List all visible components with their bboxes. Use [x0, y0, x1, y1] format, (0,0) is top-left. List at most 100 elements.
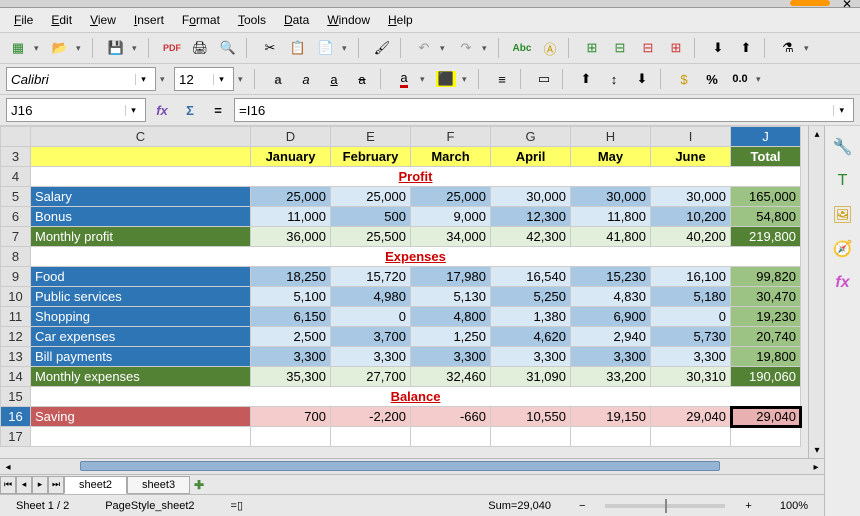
cell[interactable]: 30,000: [571, 187, 651, 207]
cell[interactable]: 3,300: [411, 347, 491, 367]
cell[interactable]: 11,000: [251, 207, 331, 227]
cell[interactable]: Saving: [31, 407, 251, 427]
align-left-icon[interactable]: ≡: [490, 67, 514, 91]
cell[interactable]: 17,980: [411, 267, 491, 287]
cell[interactable]: 36,000: [251, 227, 331, 247]
percent-icon[interactable]: %: [700, 67, 724, 91]
cell[interactable]: 10,200: [651, 207, 731, 227]
cell[interactable]: 16,540: [491, 267, 571, 287]
strike-icon[interactable]: a: [350, 67, 374, 91]
font-size-input[interactable]: [179, 72, 209, 87]
properties-icon[interactable]: 🔧: [830, 134, 856, 160]
chevron-down-icon[interactable]: ▾: [213, 74, 229, 85]
pdf-icon[interactable]: PDF: [160, 36, 184, 60]
close-icon[interactable]: ✕: [842, 0, 852, 11]
cell[interactable]: 15,720: [331, 267, 411, 287]
tab-first-icon[interactable]: ⏮: [0, 476, 16, 494]
cell[interactable]: 16,100: [651, 267, 731, 287]
cell[interactable]: 25,000: [331, 187, 411, 207]
cell[interactable]: [651, 427, 731, 447]
delrow-icon[interactable]: ⊟: [636, 36, 660, 60]
selected-cell[interactable]: 29,040: [731, 407, 801, 427]
col-header[interactable]: G: [491, 127, 571, 147]
cell[interactable]: Monthly profit: [31, 227, 251, 247]
spreadsheet-grid[interactable]: C D E F G H I J 3JanuaryFebruaryMarchApr…: [0, 126, 801, 447]
valign-mid-icon[interactable]: ↕: [602, 67, 626, 91]
cell[interactable]: 0: [651, 307, 731, 327]
row-header[interactable]: 8: [1, 247, 31, 267]
sort-asc-icon[interactable]: ⬇: [706, 36, 730, 60]
zoom-in-icon[interactable]: +: [745, 500, 751, 512]
cell[interactable]: 500: [331, 207, 411, 227]
cell[interactable]: [731, 427, 801, 447]
cell[interactable]: 30,470: [731, 287, 801, 307]
preview-icon[interactable]: 🔍: [216, 36, 240, 60]
col-header[interactable]: H: [571, 127, 651, 147]
font-size-combo[interactable]: ▾: [174, 67, 234, 91]
sum-icon[interactable]: Σ: [178, 98, 202, 122]
cell[interactable]: 34,000: [411, 227, 491, 247]
cell[interactable]: 9,000: [411, 207, 491, 227]
cell[interactable]: 10,550: [491, 407, 571, 427]
cell-reference-combo[interactable]: ▾: [6, 98, 146, 122]
cell[interactable]: 29,040: [651, 407, 731, 427]
col-icon[interactable]: ⊟: [608, 36, 632, 60]
horizontal-scrollbar[interactable]: ◂ ▸: [0, 458, 824, 474]
italic-icon[interactable]: a: [294, 67, 318, 91]
cell[interactable]: 33,200: [571, 367, 651, 387]
status-insert[interactable]: =▯: [223, 497, 251, 514]
redo-icon[interactable]: ↷: [454, 36, 478, 60]
row-header[interactable]: 9: [1, 267, 31, 287]
cell[interactable]: 30,000: [491, 187, 571, 207]
styles-icon[interactable]: T: [830, 168, 856, 194]
cell[interactable]: 40,200: [651, 227, 731, 247]
cell[interactable]: 25,000: [251, 187, 331, 207]
cell[interactable]: Car expenses: [31, 327, 251, 347]
valign-bot-icon[interactable]: ⬇: [630, 67, 654, 91]
valign-top-icon[interactable]: ⬆: [574, 67, 598, 91]
cell[interactable]: March: [411, 147, 491, 167]
cell[interactable]: 12,300: [491, 207, 571, 227]
cell[interactable]: 5,100: [251, 287, 331, 307]
formula-input-box[interactable]: ▾: [234, 98, 854, 122]
cell[interactable]: 5,730: [651, 327, 731, 347]
tab-prev-icon[interactable]: ◂: [16, 476, 32, 494]
col-header[interactable]: E: [331, 127, 411, 147]
cell[interactable]: 4,620: [491, 327, 571, 347]
cell[interactable]: 31,090: [491, 367, 571, 387]
highlight-icon[interactable]: ⬛: [434, 67, 458, 91]
cell[interactable]: 32,460: [411, 367, 491, 387]
cell[interactable]: 54,800: [731, 207, 801, 227]
scroll-up-icon[interactable]: ▴: [809, 126, 824, 142]
cell[interactable]: 5,180: [651, 287, 731, 307]
cell[interactable]: 4,830: [571, 287, 651, 307]
corner-cell[interactable]: [1, 127, 31, 147]
row-header[interactable]: 14: [1, 367, 31, 387]
open-icon[interactable]: 📂: [48, 36, 72, 60]
vertical-scrollbar[interactable]: ▴ ▾: [808, 126, 824, 458]
menu-format[interactable]: Format: [174, 10, 228, 30]
cell[interactable]: 2,500: [251, 327, 331, 347]
row-header[interactable]: 15: [1, 387, 31, 407]
cell[interactable]: 27,700: [331, 367, 411, 387]
filter-icon[interactable]: ⚗: [776, 36, 800, 60]
cell[interactable]: Monthly expenses: [31, 367, 251, 387]
section-balance[interactable]: Balance: [31, 387, 801, 407]
function-wizard-icon[interactable]: fx: [150, 98, 174, 122]
cell[interactable]: [571, 427, 651, 447]
cell[interactable]: June: [651, 147, 731, 167]
cell[interactable]: Food: [31, 267, 251, 287]
cell-reference-input[interactable]: [11, 103, 121, 118]
cell[interactable]: 0: [331, 307, 411, 327]
row-header[interactable]: 3: [1, 147, 31, 167]
cell[interactable]: Total: [731, 147, 801, 167]
cell[interactable]: [491, 427, 571, 447]
cell[interactable]: 4,980: [331, 287, 411, 307]
menu-insert[interactable]: Insert: [126, 10, 172, 30]
sheet-tab[interactable]: sheet3: [127, 476, 190, 494]
tab-next-icon[interactable]: ▸: [32, 476, 48, 494]
navigator-icon[interactable]: 🧭: [830, 236, 856, 262]
cell[interactable]: 41,800: [571, 227, 651, 247]
col-header[interactable]: J: [731, 127, 801, 147]
underline-icon[interactable]: a: [322, 67, 346, 91]
